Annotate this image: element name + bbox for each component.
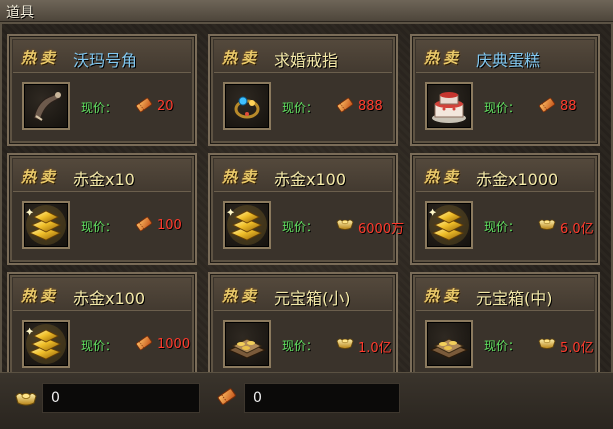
wallet-bar: 0 0 (0, 372, 613, 429)
hot-sale-label: 热卖 (424, 49, 463, 67)
item-slot[interactable] (22, 82, 70, 130)
gold-bars-icon (225, 203, 269, 247)
card-header: 热卖 庆典蛋糕 (416, 40, 594, 73)
window-title: 道具 (6, 5, 34, 21)
ticket-icon (135, 97, 153, 113)
ingot-icon (538, 216, 556, 232)
shop-item-card[interactable]: 热卖 赤金x100 现价： 1000 (7, 272, 197, 384)
item-name: 元宝箱(小) (274, 289, 351, 308)
horn-icon (24, 84, 68, 128)
card-header: 热卖 元宝箱(中) (416, 278, 594, 311)
item-name: 赤金x1000 (476, 170, 559, 189)
gold-bars-icon (24, 322, 68, 366)
item-price: 88 (560, 99, 577, 114)
ticket-icon (538, 97, 556, 113)
ticket-icon (135, 335, 153, 351)
hot-sale-label: 热卖 (424, 287, 463, 305)
shop-item-card[interactable]: 热卖 赤金x10 现价： 100 (7, 153, 197, 265)
hot-sale-label: 热卖 (222, 49, 261, 67)
ticket-icon (217, 388, 236, 405)
price-label: 现价： (81, 101, 118, 115)
item-slot[interactable] (223, 201, 271, 249)
item-price: 6000万 (358, 222, 405, 237)
item-price: 1000 (157, 337, 191, 352)
item-slot[interactable] (425, 320, 473, 368)
ingot-chest-icon (225, 322, 269, 366)
card-header: 热卖 赤金x100 (13, 278, 191, 311)
price-label: 现价： (484, 101, 521, 115)
card-header: 热卖 赤金x10 (13, 159, 191, 192)
ingot-balance: 0 (51, 390, 60, 406)
item-name: 赤金x10 (73, 170, 135, 189)
ticket-balance: 0 (253, 390, 262, 406)
gold-bars-icon (24, 203, 68, 247)
card-header: 热卖 元宝箱(小) (214, 278, 392, 311)
hot-sale-label: 热卖 (21, 49, 60, 67)
shop-item-card[interactable]: 热卖 元宝箱(小) 现价： 1.0亿 (208, 272, 398, 384)
shop-item-card[interactable]: 热卖 赤金x1000 现价： 6.0亿 (410, 153, 600, 265)
cake-icon (427, 84, 471, 128)
hot-sale-label: 热卖 (222, 287, 261, 305)
gold-bars-icon (427, 203, 471, 247)
item-slot[interactable] (223, 82, 271, 130)
item-price: 1.0亿 (358, 341, 392, 356)
item-price: 888 (358, 99, 383, 114)
item-price: 100 (157, 218, 182, 233)
card-header: 热卖 赤金x1000 (416, 159, 594, 192)
item-price: 6.0亿 (560, 222, 594, 237)
shop-item-card[interactable]: 热卖 庆典蛋糕现价： 88 (410, 34, 600, 146)
price-label: 现价： (484, 339, 521, 353)
hot-sale-label: 热卖 (222, 168, 261, 186)
item-name: 求婚戒指 (274, 51, 339, 70)
item-price: 5.0亿 (560, 341, 594, 356)
ticket-balance-field: 0 (244, 383, 400, 413)
item-slot[interactable] (425, 82, 473, 130)
card-header: 热卖 求婚戒指 (214, 40, 392, 73)
window-titlebar: 道具 (0, 0, 613, 22)
ingot-icon (336, 335, 354, 351)
price-label: 现价： (81, 339, 118, 353)
item-price: 20 (157, 99, 174, 114)
ingot-balance-field: 0 (42, 383, 200, 413)
shop-item-card[interactable]: 热卖 赤金x100 现价： 6000万 (208, 153, 404, 265)
ring-icon (225, 84, 269, 128)
price-label: 现价： (81, 220, 118, 234)
item-slot[interactable] (22, 320, 70, 368)
ingot-icon (336, 216, 354, 232)
shop-item-card[interactable]: 热卖 沃玛号角现价： 20 (7, 34, 197, 146)
card-header: 热卖 赤金x100 (214, 159, 392, 192)
card-header: 热卖 沃玛号角 (13, 40, 191, 73)
hot-sale-label: 热卖 (21, 168, 60, 186)
item-name: 赤金x100 (274, 170, 347, 189)
price-label: 现价： (484, 220, 521, 234)
ticket-icon (135, 216, 153, 232)
hot-sale-label: 热卖 (424, 168, 463, 186)
item-name: 赤金x100 (73, 289, 146, 308)
hot-sale-label: 热卖 (21, 287, 60, 305)
item-slot[interactable] (425, 201, 473, 249)
item-slot[interactable] (223, 320, 271, 368)
item-name: 沃玛号角 (73, 51, 138, 70)
ticket-icon (336, 97, 354, 113)
ingot-chest-icon (427, 322, 471, 366)
shop-item-card[interactable]: 热卖 元宝箱(中) 现价： 5.0亿 (410, 272, 600, 384)
ingot-icon (538, 335, 556, 351)
item-name: 庆典蛋糕 (476, 51, 541, 70)
price-label: 现价： (282, 220, 319, 234)
price-label: 现价： (282, 339, 319, 353)
item-slot[interactable] (22, 201, 70, 249)
ingot-icon (15, 393, 37, 406)
item-name: 元宝箱(中) (476, 289, 553, 308)
price-label: 现价： (282, 101, 319, 115)
shop-item-card[interactable]: 热卖 求婚戒指现价： 888 (208, 34, 398, 146)
